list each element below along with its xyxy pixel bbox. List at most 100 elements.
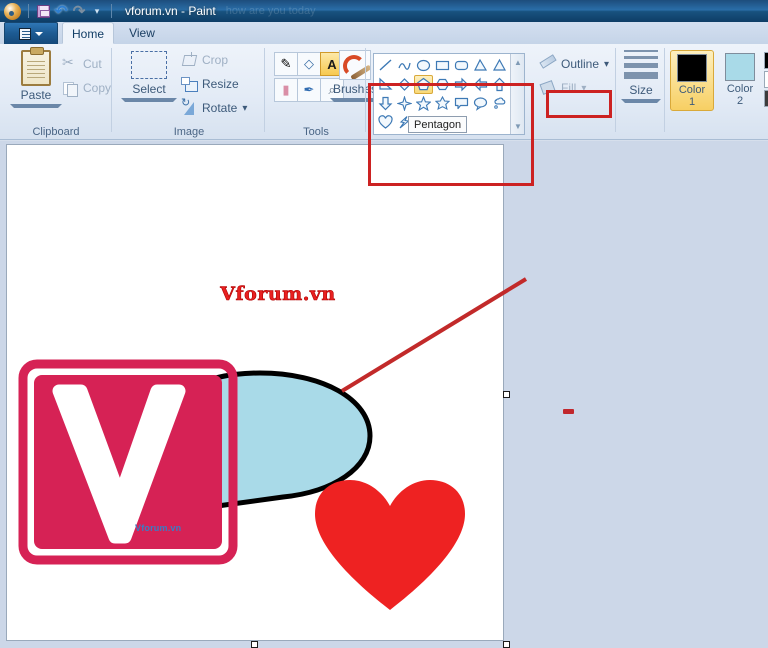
file-menu-button[interactable] xyxy=(4,22,58,44)
shape-down-arrow[interactable] xyxy=(376,94,395,113)
shape-diamond[interactable] xyxy=(395,75,414,94)
shape-right-arrow[interactable] xyxy=(452,75,471,94)
color-1-label: Color xyxy=(678,84,706,96)
shape-left-arrow[interactable] xyxy=(471,75,490,94)
outline-label: Outline xyxy=(561,57,600,71)
group-image: Select Crop Resize Rotate ▾ Image xyxy=(113,44,265,140)
palette-swatch-dark-gray[interactable] xyxy=(764,90,768,107)
shape-right-triangle[interactable] xyxy=(376,75,395,94)
color-1-button[interactable]: Color 1 xyxy=(670,50,714,111)
crop-icon xyxy=(181,52,197,68)
size-button[interactable]: Size xyxy=(621,50,661,103)
paste-label: Paste xyxy=(20,88,52,102)
scissors-icon xyxy=(62,54,78,72)
chevron-down-icon[interactable]: ▾ xyxy=(604,59,609,70)
fill-button[interactable]: Fill ▾ xyxy=(540,80,586,96)
ribbon: Paste Cut Copy Clipboard Select Crop Res… xyxy=(0,44,768,186)
shape-triangle[interactable] xyxy=(490,56,509,75)
scroll-up-icon[interactable]: ▲ xyxy=(511,55,525,69)
color-2-button[interactable]: Color 2 xyxy=(718,50,762,109)
shape-cloud-callout[interactable] xyxy=(490,94,509,113)
tab-view[interactable]: View xyxy=(118,22,166,44)
customize-qat-caret-icon[interactable]: ▾ xyxy=(88,2,106,20)
copy-label: Copy xyxy=(83,81,112,95)
shape-heart[interactable] xyxy=(376,113,395,132)
group-divider xyxy=(664,48,665,132)
pencil-tool[interactable]: ✎ xyxy=(274,52,298,76)
canvas-artwork xyxy=(18,359,465,610)
shape-tooltip: Pentagon xyxy=(408,116,468,133)
scroll-down-icon[interactable]: ▼ xyxy=(511,119,525,133)
save-icon[interactable] xyxy=(34,2,52,20)
fill-label: Fill xyxy=(561,81,577,95)
group-divider xyxy=(615,48,616,132)
shape-four-point-star[interactable] xyxy=(395,94,414,113)
fill-bucket-icon xyxy=(540,80,556,96)
color-palette[interactable] xyxy=(764,52,768,109)
group-colors: Color 1 Color 2 xyxy=(666,44,768,140)
shape-rounded-rectangle[interactable] xyxy=(452,56,471,75)
title-ghost-text: how are you today xyxy=(225,5,316,17)
copy-button[interactable]: Copy xyxy=(62,80,112,97)
shape-polygon[interactable] xyxy=(471,56,490,75)
shape-rectangle[interactable] xyxy=(433,56,452,75)
rotate-button[interactable]: Rotate ▾ xyxy=(181,96,247,116)
shape-six-point-star[interactable] xyxy=(433,94,452,113)
cut-label: Cut xyxy=(83,57,102,71)
canvas-resize-handle-east[interactable] xyxy=(503,391,510,398)
shapes-row-1 xyxy=(376,56,509,75)
palette-swatch-white[interactable] xyxy=(764,71,768,88)
title-bar: ↶ ↷ ▾ vforum.vn - Paint how are you toda… xyxy=(0,0,768,22)
color-2-label: Color xyxy=(726,83,754,95)
fill-with-color-tool[interactable]: ◇ xyxy=(297,52,321,76)
redo-arrow-icon[interactable]: ↷ xyxy=(70,2,88,20)
shape-oval-callout[interactable] xyxy=(471,94,490,113)
resize-label: Resize xyxy=(202,77,239,91)
shape-up-arrow[interactable] xyxy=(490,75,509,94)
group-shapes: ▲ ▼ Pentagon xyxy=(367,44,535,140)
group-outline-fill: Outline ▾ Fill ▾ xyxy=(536,44,616,140)
group-clipboard: Paste Cut Copy Clipboard xyxy=(0,44,112,140)
chevron-down-icon[interactable]: ▾ xyxy=(581,83,586,94)
group-label-image: Image xyxy=(173,126,205,138)
palette-swatch-black[interactable] xyxy=(764,52,768,69)
qat-divider-2 xyxy=(111,4,112,18)
shape-curve[interactable] xyxy=(395,56,414,75)
resize-button[interactable]: Resize xyxy=(181,76,239,92)
shapes-row-2 xyxy=(376,75,509,94)
shape-five-point-star[interactable] xyxy=(414,94,433,113)
chevron-down-icon[interactable] xyxy=(121,98,177,102)
size-label: Size xyxy=(629,83,653,97)
shapes-scrollbar[interactable]: ▲ ▼ xyxy=(510,54,524,134)
chevron-down-icon[interactable] xyxy=(10,104,62,108)
color-1-index: 1 xyxy=(688,96,696,108)
rotate-icon xyxy=(181,96,197,116)
canvas-resize-handle-south[interactable] xyxy=(251,641,258,648)
group-divider xyxy=(365,48,366,132)
paste-button[interactable]: Paste xyxy=(10,47,62,108)
shape-line[interactable] xyxy=(376,56,395,75)
outline-button[interactable]: Outline ▾ xyxy=(540,56,609,72)
chevron-down-icon[interactable]: ▾ xyxy=(242,103,247,114)
shape-oval[interactable] xyxy=(414,56,433,75)
canvas-resize-handle-southeast[interactable] xyxy=(503,641,510,648)
cut-button[interactable]: Cut xyxy=(62,54,102,72)
workspace: Vforum.vn Vforum.vn xyxy=(0,141,768,648)
paint-palette-icon[interactable] xyxy=(4,2,21,20)
shape-pentagon[interactable] xyxy=(414,75,433,94)
eraser-tool[interactable]: ▮ xyxy=(274,78,298,102)
color-picker-tool[interactable]: ✒ xyxy=(297,78,321,102)
select-button[interactable]: Select xyxy=(121,48,177,102)
shape-hexagon[interactable] xyxy=(433,75,452,94)
drawing-canvas[interactable]: Vforum.vn Vforum.vn xyxy=(6,144,504,641)
chevron-down-icon[interactable] xyxy=(621,99,661,103)
tab-home[interactable]: Home xyxy=(62,22,114,44)
undo-arrow-icon[interactable]: ↶ xyxy=(52,2,70,20)
selection-rectangle-icon xyxy=(131,51,167,79)
logo-caption: Vforum.vn xyxy=(135,523,182,533)
crop-button[interactable]: Crop xyxy=(181,52,228,68)
group-label-tools: Tools xyxy=(303,126,329,138)
ribbon-tabstrip: Home View xyxy=(0,22,768,44)
shape-rounded-rectangular-callout[interactable] xyxy=(452,94,471,113)
group-tools: ✎ ◇ A ▮ ✒ ⌕ Brushes Tools xyxy=(266,44,380,140)
